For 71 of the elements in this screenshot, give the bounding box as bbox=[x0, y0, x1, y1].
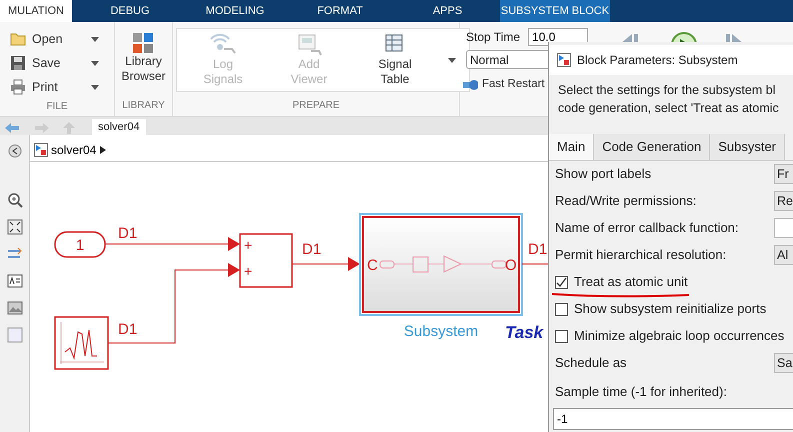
description-text: Select the settings for the subsystem bl bbox=[558, 82, 776, 99]
block-icon bbox=[557, 53, 571, 67]
ribbon-tab[interactable]: DEBUG bbox=[72, 0, 188, 22]
field-label: Read/Write permissions: bbox=[555, 192, 696, 210]
folder-icon bbox=[10, 31, 26, 47]
text-box-icon[interactable] bbox=[6, 273, 22, 289]
section-label: FILE bbox=[45, 100, 69, 114]
triangle-right-icon[interactable] bbox=[99, 145, 108, 155]
field-label: Schedule as bbox=[555, 354, 627, 372]
constant-block[interactable]: 1 bbox=[54, 231, 106, 258]
subsystem-block[interactable] bbox=[359, 213, 523, 316]
breadcrumb-link[interactable]: solver04 bbox=[51, 141, 96, 159]
checkbox[interactable] bbox=[555, 330, 568, 342]
library-browser-button[interactable]: Library Browser bbox=[117, 22, 170, 98]
section-label: PREPARE bbox=[291, 99, 341, 113]
ribbon-tab[interactable]: APPS bbox=[398, 0, 497, 22]
image-icon[interactable] bbox=[6, 300, 22, 316]
hide-panel-icon[interactable] bbox=[6, 143, 22, 159]
signal-label: D1 bbox=[528, 241, 548, 258]
plus-sign: + bbox=[244, 263, 252, 279]
signal-label: D1 bbox=[302, 241, 322, 258]
section-label: LIBRARY bbox=[121, 99, 166, 113]
checkbox[interactable] bbox=[555, 302, 568, 316]
ribbon-button[interactable]: Signal Table bbox=[361, 29, 429, 91]
description-text: code generation, select 'Treat as atomic bbox=[558, 100, 780, 117]
dropdown[interactable]: Fr bbox=[774, 164, 793, 184]
ribbon-tab[interactable]: FORMAT bbox=[282, 0, 398, 22]
dialog-title: Block Parameters: Subsystem bbox=[577, 52, 738, 69]
task-label: Task bbox=[505, 323, 544, 342]
fast-restart-icon bbox=[462, 79, 478, 91]
field-label: Name of error callback function: bbox=[555, 219, 739, 238]
checkbox-label[interactable]: Show subsystem reinitialize ports bbox=[574, 299, 766, 319]
sum-block[interactable] bbox=[239, 233, 293, 288]
ribbon-tab[interactable]: MODELING bbox=[188, 0, 282, 22]
printer-icon bbox=[10, 79, 26, 95]
model-icon bbox=[34, 143, 48, 157]
signal-line bbox=[292, 257, 360, 271]
port-label: C bbox=[367, 257, 378, 274]
checkbox-label[interactable]: Minimize algebraic loop occurrences bbox=[574, 326, 784, 346]
dropdown[interactable]: Sa bbox=[774, 353, 793, 373]
caret-icon bbox=[90, 83, 100, 91]
port-label: O bbox=[505, 257, 517, 274]
signal-generator-block[interactable] bbox=[54, 316, 109, 370]
dialog-tab[interactable]: Main bbox=[549, 134, 594, 160]
stop-time-label: Stop Time bbox=[466, 29, 520, 46]
model-tab[interactable]: solver04 bbox=[92, 119, 146, 135]
library-icon bbox=[132, 32, 154, 54]
field-label: Show port labels bbox=[555, 165, 652, 184]
caret-icon bbox=[90, 59, 100, 67]
ribbon-button[interactable]: Open bbox=[0, 27, 100, 51]
ribbon-button[interactable]: Save bbox=[0, 51, 100, 75]
caret-icon[interactable] bbox=[447, 56, 457, 64]
fit-view-icon[interactable] bbox=[6, 219, 22, 235]
checkbox[interactable] bbox=[555, 276, 568, 288]
dialog-tab[interactable]: Code Generation bbox=[594, 134, 710, 160]
dropdown[interactable]: Re bbox=[774, 191, 793, 211]
signal-label: D1 bbox=[118, 225, 138, 242]
block-name: Subsystem bbox=[404, 323, 478, 340]
ribbon-tab[interactable]: MULATION bbox=[0, 0, 72, 22]
dropdown[interactable]: Al bbox=[774, 245, 793, 265]
sample-time-field[interactable]: -1 bbox=[553, 408, 793, 430]
field-label: Sample time (-1 for inherited): bbox=[554, 383, 728, 402]
signal-label: D1 bbox=[118, 321, 138, 338]
dialog-tab[interactable]: Subsyster bbox=[710, 134, 786, 160]
field-label: Permit hierarchical resolution: bbox=[555, 246, 726, 264]
ribbon-button[interactable]: Print bbox=[0, 75, 100, 99]
caret-icon bbox=[90, 35, 100, 43]
plus-sign: + bbox=[244, 237, 252, 253]
ribbon-tab[interactable]: SUBSYSTEM BLOCK bbox=[500, 0, 610, 22]
checkbox-label[interactable]: Treat as atomic unit bbox=[574, 272, 688, 292]
zoom-in-icon[interactable] bbox=[6, 192, 22, 208]
